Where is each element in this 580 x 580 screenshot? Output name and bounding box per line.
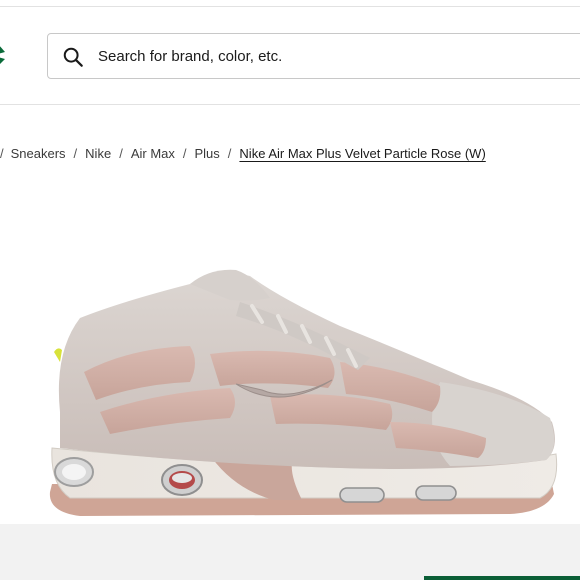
top-divider [0,6,580,7]
breadcrumb-item-air-max[interactable]: Air Max [131,146,175,161]
search-bar[interactable] [47,33,580,79]
logo-icon[interactable] [0,40,8,70]
breadcrumb-separator: / [119,146,123,161]
header-divider [0,104,580,105]
search-input[interactable] [98,34,578,78]
search-icon[interactable] [62,46,84,68]
breadcrumb-item-plus[interactable]: Plus [195,146,220,161]
breadcrumb: / Sneakers / Nike / Air Max / Plus / Nik… [0,146,486,161]
breadcrumb-current[interactable]: Nike Air Max Plus Velvet Particle Rose (… [239,146,485,161]
breadcrumb-separator: / [0,146,4,161]
breadcrumb-item-sneakers[interactable]: Sneakers [11,146,66,161]
primary-action-accent[interactable] [424,576,580,580]
breadcrumb-separator: / [182,146,187,161]
breadcrumb-item-nike[interactable]: Nike [85,146,111,161]
product-page: / Sneakers / Nike / Air Max / Plus / Nik… [0,0,580,580]
product-image[interactable] [40,262,580,524]
breadcrumb-separator: / [73,146,78,161]
breadcrumb-separator: / [227,146,232,161]
bottom-panel [0,524,580,580]
